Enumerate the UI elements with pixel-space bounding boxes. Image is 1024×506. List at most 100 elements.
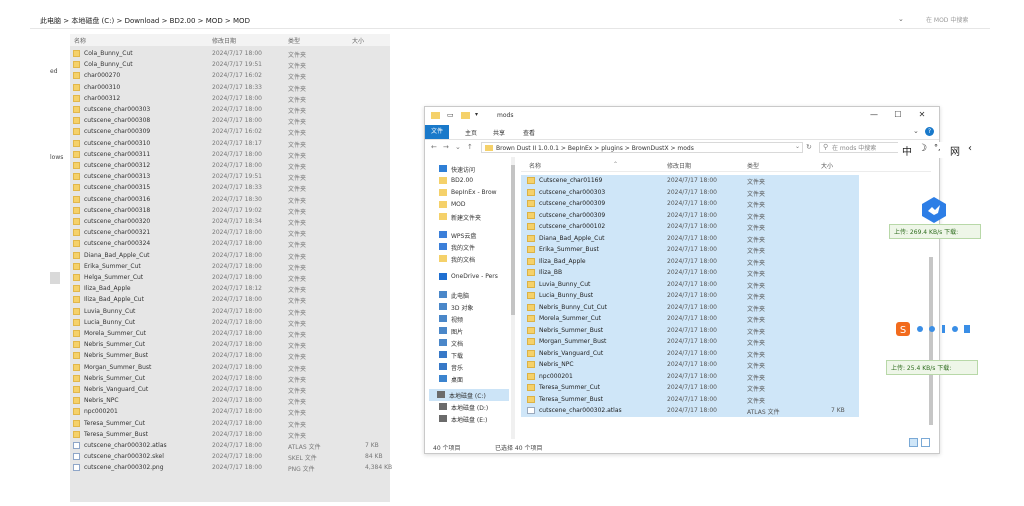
minimize-button[interactable]: — [867, 110, 881, 122]
more-icon[interactable]: ‹ [968, 143, 972, 154]
bg-list-item[interactable]: Iliza_Bad_Apple 2024/7/17 18:12 文件夹 [70, 283, 390, 294]
sidebar-item[interactable]: 本地磁盘 (C:) [429, 389, 509, 401]
address-bar-row[interactable]: ← → ⌄ ↑ Brown Dust II 1.0.0.1 > BepInEx … [425, 140, 939, 156]
grid-icon[interactable]: 网 [950, 143, 960, 158]
list-item[interactable]: Lucia_Bunny_Bust 2024/7/17 18:00 文件夹 [521, 290, 859, 302]
list-item[interactable]: Morgan_Summer_Bust 2024/7/17 18:00 文件夹 [521, 336, 859, 348]
back-arrow-icon[interactable]: ← [431, 143, 437, 151]
ribbon-tabs[interactable]: 文件 主页 共享 查看 ⌄ ? [425, 125, 939, 140]
bg-list-item[interactable]: Nebris_Summer_Cut 2024/7/17 18:00 文件夹 [70, 373, 390, 384]
list-item[interactable]: Teresa_Summer_Bust 2024/7/17 18:00 文件夹 [521, 393, 859, 405]
bg-list-item[interactable]: cutscene_char000321 2024/7/17 18:00 文件夹 [70, 227, 390, 238]
list-item[interactable]: Cutscene_char01169 2024/7/17 18:00 文件夹 [521, 175, 859, 187]
list-item[interactable]: Iliza_BB 2024/7/17 18:00 文件夹 [521, 267, 859, 279]
bg-search-input[interactable]: 在 MOD 中搜索 [926, 15, 986, 25]
list-item[interactable]: Diana_Bad_Apple_Cut 2024/7/17 18:00 文件夹 [521, 232, 859, 244]
bg-list-item[interactable]: Helga_Summer_Cut 2024/7/17 18:00 文件夹 [70, 272, 390, 283]
details-view-icon[interactable] [909, 438, 918, 447]
bg-list-item[interactable]: cutscene_char000303 2024/7/17 18:00 文件夹 [70, 104, 390, 115]
bg-list-item[interactable]: char000310 2024/7/17 18:33 文件夹 [70, 82, 390, 93]
tab-home[interactable]: 主页 [465, 128, 477, 137]
list-item[interactable]: Morela_Summer_Cut 2024/7/17 18:00 文件夹 [521, 313, 859, 325]
navigation-pane[interactable]: 快速访问 BD2.00 BepInEx - Brow MOD 新建文件夹 WPS云盘 我的文… [425, 157, 517, 439]
bg-list-item[interactable]: Nebris_Summer_Cut 2024/7/17 18:00 文件夹 [70, 339, 390, 350]
chevron-down-icon[interactable]: ⌄ [898, 15, 904, 23]
list-item[interactable]: Teresa_Summer_Cut 2024/7/17 18:00 文件夹 [521, 382, 859, 394]
forward-arrow-icon[interactable]: → [443, 143, 449, 151]
list-item[interactable]: Nebris_Summer_Bust 2024/7/17 18:00 文件夹 [521, 324, 859, 336]
bg-list-item[interactable]: Teresa_Summer_Bust 2024/7/17 18:00 文件夹 [70, 429, 390, 440]
sogou-toolbar[interactable]: S [894, 320, 974, 338]
bg-list-item[interactable]: cutscene_char000309 2024/7/17 16:02 文件夹 [70, 126, 390, 137]
bg-list-item[interactable]: cutscene_char000312 2024/7/17 18:00 文件夹 [70, 160, 390, 171]
bg-list-item[interactable]: cutscene_char000302.skel 2024/7/17 18:00 S… [70, 451, 390, 462]
bg-list-item[interactable]: cutscene_char000320 2024/7/17 18:34 文件夹 [70, 216, 390, 227]
bg-list-item[interactable]: char000270 2024/7/17 16:02 文件夹 [70, 70, 390, 81]
bg-list-item[interactable]: cutscene_char000310 2024/7/17 18:17 文件夹 [70, 138, 390, 149]
bg-list-item[interactable]: Iliza_Bad_Apple_Cut 2024/7/17 18:00 文件夹 [70, 294, 390, 305]
bg-list-item[interactable]: cutscene_char000308 2024/7/17 18:00 文件夹 [70, 115, 390, 126]
bg-list-item[interactable]: Diana_Bad_Apple_Cut 2024/7/17 18:00 文件夹 [70, 250, 390, 261]
refresh-icon[interactable]: ↻ [806, 143, 812, 151]
col-size[interactable]: 大小 [821, 161, 833, 170]
bg-list-item[interactable]: cutscene_char000316 2024/7/17 18:30 文件夹 [70, 194, 390, 205]
list-item[interactable]: cutscene_char000302.atlas 2024/7/17 18:00… [521, 405, 859, 417]
bg-list-item[interactable]: cutscene_char000302.png 2024/7/17 18:00 PN… [70, 462, 392, 473]
ime-toolbar[interactable]: 中 ☽ °, 网 ‹ [898, 142, 978, 158]
list-item[interactable]: cutscene_char000309 2024/7/17 18:00 文件夹 [521, 209, 859, 221]
list-item[interactable]: npc000201 2024/7/17 18:00 文件夹 [521, 370, 859, 382]
bg-list-item[interactable]: cutscene_char000313 2024/7/17 19:51 文件夹 [70, 171, 390, 182]
col-date[interactable]: 修改日期 [212, 36, 236, 45]
chevron-down-icon[interactable]: ⌄ [455, 143, 461, 151]
ime-lang-toggle[interactable]: 中 [902, 143, 912, 158]
bg-list-item[interactable]: Teresa_Summer_Cut 2024/7/17 18:00 文件夹 [70, 418, 390, 429]
bg-list-item[interactable]: npc000201 2024/7/17 18:00 文件夹 [70, 406, 390, 417]
bg-list-item[interactable]: cutscene_char000324 2024/7/17 18:00 文件夹 [70, 238, 390, 249]
explorer-window[interactable]: ▭ ▾ mods — ☐ ✕ 文件 主页 共享 查看 ⌄ ? ← → ⌄ ↑ B… [424, 106, 940, 454]
list-item[interactable]: cutscene_char000102 2024/7/17 18:00 文件夹 [521, 221, 859, 233]
quick-access-toolbar-icon[interactable]: ▭ [447, 111, 454, 119]
bg-list-item[interactable]: Nebris_NPC 2024/7/17 18:00 文件夹 [70, 395, 390, 406]
tab-file[interactable]: 文件 [425, 125, 449, 139]
tab-view[interactable]: 查看 [523, 128, 535, 137]
scroll-thumb[interactable] [929, 257, 933, 425]
maximize-button[interactable]: ☐ [891, 110, 905, 122]
bg-list-item[interactable]: Lucia_Bunny_Cut 2024/7/17 18:00 文件夹 [70, 317, 390, 328]
bg-list-item[interactable]: Nebris_Summer_Bust 2024/7/17 18:00 文件夹 [70, 350, 390, 361]
address-path[interactable]: Brown Dust II 1.0.0.1 > BepInEx > plugin… [481, 142, 803, 153]
network-monitor-icon[interactable] [920, 196, 948, 224]
col-date[interactable]: 修改日期 [667, 161, 691, 170]
bg-list-item[interactable]: char000312 2024/7/17 18:00 文件夹 [70, 93, 390, 104]
chevron-down-icon[interactable]: ⌄ [913, 127, 919, 135]
col-name[interactable]: 名称 [74, 36, 86, 45]
moon-icon[interactable]: ☽ [918, 143, 927, 154]
close-button[interactable]: ✕ [915, 110, 929, 122]
list-item[interactable]: Nebris_NPC 2024/7/17 18:00 文件夹 [521, 359, 859, 371]
bg-file-list[interactable]: 名称 修改日期 类型 大小 Cola_Bunny_Cut 2024/7/17 18… [70, 34, 392, 502]
title-bar[interactable]: ▭ ▾ mods — ☐ ✕ [425, 107, 939, 125]
large-icons-view-icon[interactable] [921, 438, 930, 447]
nav-scrollbar[interactable] [511, 157, 515, 439]
file-list[interactable]: 名称 ⌃ 修改日期 类型 大小 Cutscene_char01169 2024/7… [521, 157, 931, 439]
bg-list-item[interactable]: Nebris_Vanguard_Cut 2024/7/17 18:00 文件夹 [70, 384, 390, 395]
scroll-thumb[interactable] [511, 165, 515, 315]
bg-list-item[interactable]: cutscene_char000311 2024/7/17 18:00 文件夹 [70, 149, 390, 160]
bg-address-path[interactable]: 此电脑 > 本地磁盘 (C:) > Download > BD2.00 > MO… [40, 16, 250, 26]
chevron-down-icon[interactable]: ▾ [475, 111, 478, 118]
bg-list-item[interactable]: Morela_Summer_Cut 2024/7/17 18:00 文件夹 [70, 328, 390, 339]
bg-list-item[interactable]: Cola_Bunny_Cut 2024/7/17 18:00 文件夹 [70, 48, 390, 59]
list-item[interactable]: cutscene_char000303 2024/7/17 18:00 文件夹 [521, 186, 859, 198]
col-type[interactable]: 类型 [747, 161, 759, 170]
list-item[interactable]: cutscene_char000309 2024/7/17 18:00 文件夹 [521, 198, 859, 210]
bg-list-item[interactable]: cutscene_char000302.atlas 2024/7/17 18:00… [70, 440, 390, 451]
tab-share[interactable]: 共享 [493, 128, 505, 137]
list-item[interactable]: Erika_Summer_Bust 2024/7/17 18:00 文件夹 [521, 244, 859, 256]
col-name[interactable]: 名称 [529, 161, 541, 170]
bg-address-bar[interactable]: 此电脑 > 本地磁盘 (C:) > Download > BD2.00 > MO… [30, 12, 990, 29]
list-item[interactable]: Iliza_Bad_Apple 2024/7/17 18:00 文件夹 [521, 255, 859, 267]
list-item[interactable]: Nebris_Vanguard_Cut 2024/7/17 18:00 文件夹 [521, 347, 859, 359]
list-item[interactable]: Nebris_Bunny_Cut_Cut 2024/7/17 18:00 文件夹 [521, 301, 859, 313]
bg-list-item[interactable]: Erika_Summer_Cut 2024/7/17 18:00 文件夹 [70, 261, 390, 272]
punctuation-toggle[interactable]: °, [934, 143, 941, 152]
col-type[interactable]: 类型 [288, 36, 300, 45]
